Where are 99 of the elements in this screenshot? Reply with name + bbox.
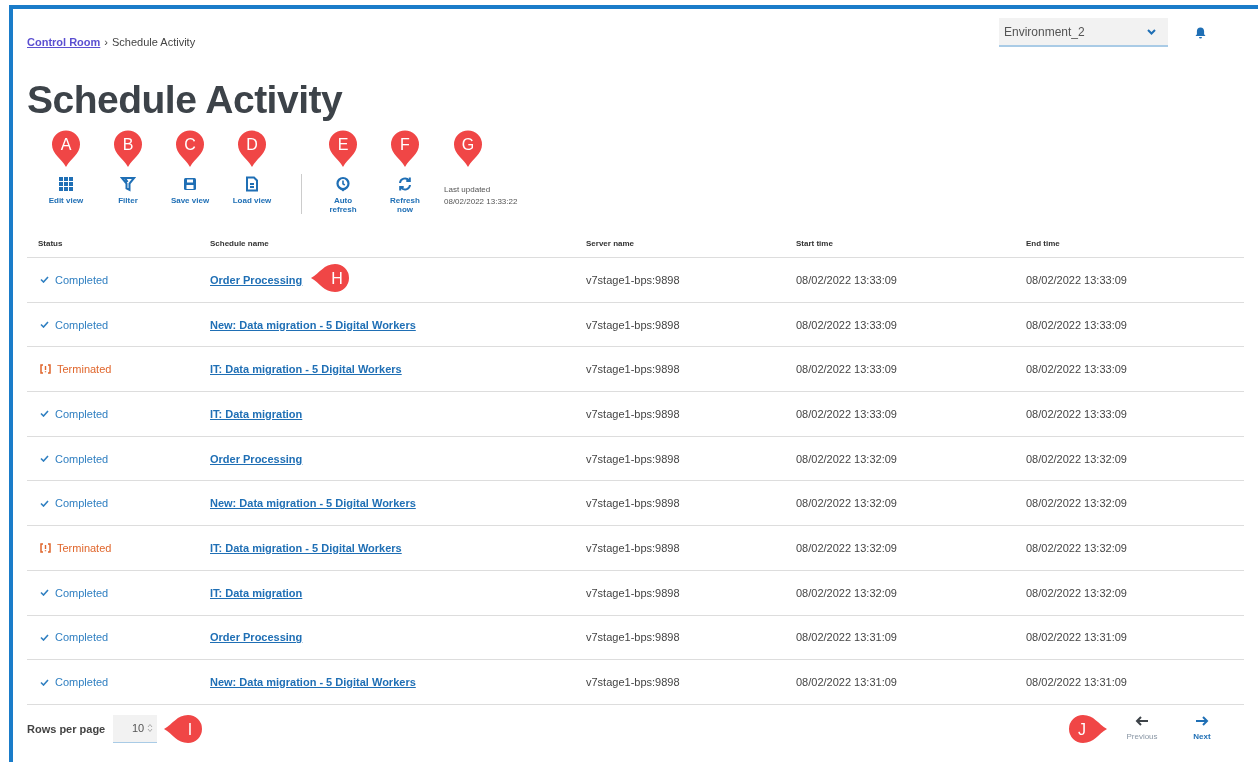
schedule-link[interactable]: IT: Data migration bbox=[210, 407, 303, 420]
schedule-link[interactable]: New: Data migration - 5 Digital Workers bbox=[210, 497, 416, 510]
schedule-link[interactable]: IT: Data migration - 5 Digital Workers bbox=[210, 541, 402, 554]
breadcrumb-current: Schedule Activity bbox=[112, 36, 196, 48]
table-cell-text: 08/02/2022 13:33:09 bbox=[1026, 363, 1128, 376]
toolbar-button[interactable]: Edit view bbox=[35, 174, 97, 205]
callout-pin: F bbox=[390, 130, 420, 168]
status-text: Completed bbox=[55, 407, 109, 420]
arrow-left-icon bbox=[1135, 716, 1149, 727]
table-cell-text: v7stage1-bps:9898 bbox=[586, 541, 681, 554]
table-cell-text: 08/02/2022 13:31:09 bbox=[796, 676, 898, 689]
next-button[interactable]: Next bbox=[1172, 716, 1232, 742]
table-cell-text: v7stage1-bps:9898 bbox=[586, 586, 681, 599]
table-cell-text: 08/02/2022 13:33:09 bbox=[1026, 407, 1128, 420]
table-cell-text: 08/02/2022 13:33:09 bbox=[796, 407, 898, 420]
table-cell-text: 08/02/2022 13:33:09 bbox=[1026, 318, 1128, 331]
table-cell-text: 08/02/2022 13:32:09 bbox=[796, 586, 898, 599]
callout-pin: G bbox=[453, 130, 483, 168]
rows-per-page-label: Rows per page bbox=[27, 722, 106, 735]
status-text: Completed bbox=[55, 273, 109, 286]
last-updated-time: 08/02/2022 13:33:22 bbox=[444, 196, 518, 208]
status-text: Completed bbox=[55, 631, 109, 644]
table-cell-text: 08/02/2022 13:32:09 bbox=[1026, 497, 1128, 510]
table-cell-text: v7stage1-bps:9898 bbox=[586, 676, 681, 689]
check-icon bbox=[40, 589, 49, 597]
table-cell-text: 08/02/2022 13:32:09 bbox=[1026, 586, 1128, 599]
environment-select[interactable]: Environment_2 bbox=[999, 18, 1168, 47]
check-icon bbox=[40, 499, 49, 507]
callout-pin: C bbox=[175, 130, 205, 168]
schedule-link[interactable]: New: Data migration - 5 Digital Workers bbox=[210, 676, 416, 689]
table-cell-text: v7stage1-bps:9898 bbox=[586, 318, 681, 331]
check-icon bbox=[40, 321, 49, 329]
callout-pin: E bbox=[328, 130, 358, 168]
breadcrumb-link[interactable]: Control Room bbox=[27, 36, 101, 48]
grid-icon bbox=[58, 176, 74, 192]
schedule-link[interactable]: IT: Data migration - 5 Digital Workers bbox=[210, 363, 402, 376]
schedule-link[interactable]: IT: Data migration bbox=[210, 586, 303, 599]
check-icon bbox=[40, 678, 49, 686]
column-header: End time bbox=[1026, 239, 1061, 248]
toolbar-button[interactable]: Auto refresh bbox=[312, 174, 374, 214]
table-cell-text: 08/02/2022 13:32:09 bbox=[796, 497, 898, 510]
arrow-right-icon bbox=[1195, 716, 1209, 727]
table-cell-text: 08/02/2022 13:33:09 bbox=[796, 273, 898, 286]
status-text: Terminated bbox=[57, 363, 112, 376]
table-cell-text: 08/02/2022 13:32:09 bbox=[1026, 452, 1128, 465]
save-icon bbox=[182, 176, 198, 192]
terminated-icon bbox=[40, 364, 51, 375]
schedule-link[interactable]: Order Processing bbox=[210, 631, 303, 644]
check-icon bbox=[40, 276, 49, 284]
check-icon bbox=[40, 633, 49, 641]
table-cell-text: v7stage1-bps:9898 bbox=[586, 497, 681, 510]
status-text: Completed bbox=[55, 586, 109, 599]
status-text: Completed bbox=[55, 318, 109, 331]
column-header: Schedule name bbox=[210, 239, 270, 248]
callout-pin: B bbox=[113, 130, 143, 168]
callout-pin: D bbox=[237, 130, 267, 168]
clock-icon bbox=[335, 176, 351, 192]
schedule-link[interactable]: Order Processing bbox=[210, 273, 303, 286]
status-text: Completed bbox=[55, 497, 109, 510]
refresh-icon bbox=[397, 176, 413, 192]
check-icon bbox=[40, 455, 49, 463]
schedule-link[interactable]: New: Data migration - 5 Digital Workers bbox=[210, 318, 416, 331]
column-header: Server name bbox=[586, 239, 636, 248]
table-cell-text: 08/02/2022 13:33:09 bbox=[1026, 273, 1128, 286]
table-cell-text: 08/02/2022 13:31:09 bbox=[796, 631, 898, 644]
breadcrumb-separator: › bbox=[104, 36, 108, 48]
table-cell-text: 08/02/2022 13:33:09 bbox=[796, 363, 898, 376]
chevron-down-icon bbox=[1147, 28, 1156, 35]
schedule-link[interactable]: Order Processing bbox=[210, 452, 303, 465]
table-cell-text: v7stage1-bps:9898 bbox=[586, 273, 681, 286]
toolbar-button[interactable]: Filter bbox=[97, 174, 159, 205]
bell-icon[interactable] bbox=[1195, 26, 1206, 39]
table-cell-text: 08/02/2022 13:31:09 bbox=[1026, 631, 1128, 644]
table-cell-text: 08/02/2022 13:32:09 bbox=[1026, 541, 1128, 554]
table-cell-text: v7stage1-bps:9898 bbox=[586, 363, 681, 376]
status-text: Terminated bbox=[57, 541, 112, 554]
table-cell-text: v7stage1-bps:9898 bbox=[586, 452, 681, 465]
callout-pin: A bbox=[51, 130, 81, 168]
check-icon bbox=[40, 410, 49, 418]
table-cell-text: v7stage1-bps:9898 bbox=[586, 631, 681, 644]
status-text: Completed bbox=[55, 676, 109, 689]
table-cell-text: 08/02/2022 13:33:09 bbox=[796, 318, 898, 331]
toolbar-button[interactable]: Load view bbox=[221, 174, 283, 205]
table-cell-text: 08/02/2022 13:32:09 bbox=[796, 541, 898, 554]
table-cell-text: 08/02/2022 13:31:09 bbox=[1026, 676, 1128, 689]
rows-per-page-field[interactable]: 10 bbox=[113, 714, 158, 743]
callout-pin: J bbox=[1066, 712, 1108, 745]
toolbar-button[interactable]: Refresh now bbox=[374, 174, 436, 214]
table-cell-text: 08/02/2022 13:32:09 bbox=[796, 452, 898, 465]
last-updated-label: Last updated bbox=[444, 184, 492, 196]
toolbar-button[interactable]: Save view bbox=[159, 174, 221, 205]
filter-icon bbox=[120, 176, 136, 192]
terminated-icon bbox=[40, 542, 51, 553]
column-header: Start time bbox=[796, 239, 834, 248]
table-cell-text: v7stage1-bps:9898 bbox=[586, 407, 681, 420]
status-text: Completed bbox=[55, 452, 109, 465]
page-title: Schedule Activity bbox=[27, 78, 344, 122]
column-header: Status bbox=[37, 239, 64, 248]
document-icon bbox=[244, 176, 260, 192]
